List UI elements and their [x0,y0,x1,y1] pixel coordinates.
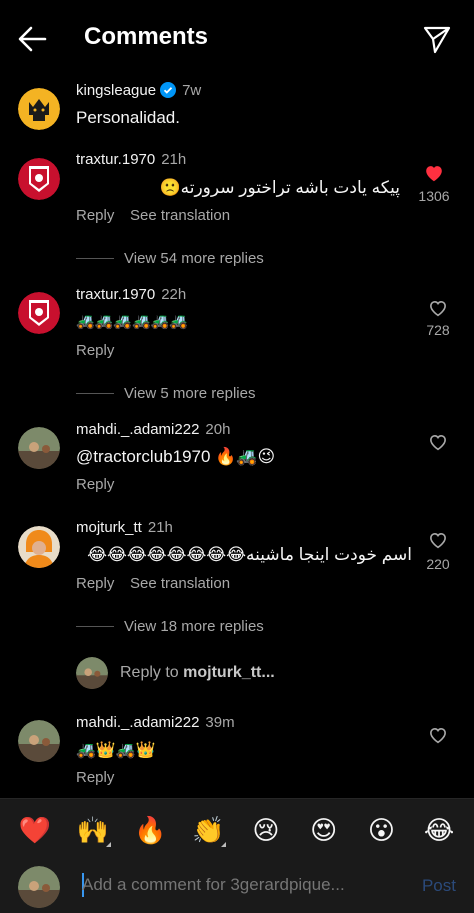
avatar-mojturk[interactable] [18,526,60,568]
emoji-heart-button[interactable]: ❤️ [15,817,55,843]
comment-header: mojturk_tt 21h [76,519,173,536]
paper-plane-icon[interactable] [422,24,452,54]
heart-outline-icon[interactable] [427,724,449,746]
comment-username[interactable]: traxtur.1970 [76,151,155,168]
avatar-traxtur[interactable] [18,158,60,200]
reply-to-prefix: Reply to [120,664,184,681]
post-button[interactable]: Post [422,876,456,896]
comment-time: 20h [205,421,231,438]
comment-composer: Post [0,860,474,913]
avatar-traxtur[interactable] [18,292,60,334]
emoji-raised-hands-button[interactable]: 🙌 [73,814,113,847]
comment-username[interactable]: mojturk_tt [76,519,142,536]
view-replies-label: View 54 more replies [124,249,264,267]
comment-text: پیکه یادت باشه تراختور سرورته🙁 [159,178,400,197]
reply-button[interactable]: Reply [76,342,114,359]
heart-filled-icon[interactable] [423,162,445,184]
verified-badge-icon [160,82,177,98]
reply-button[interactable]: Reply [76,575,114,592]
caption-header: kingsleague 7w [76,82,201,99]
comment-time: 21h [147,519,173,536]
comment-username[interactable]: mahdi._.adami222 [76,714,199,731]
emoji-clap-button[interactable]: 👏 [188,814,228,847]
emoji-fire-button[interactable]: 🔥 [130,817,170,843]
reply-to-label: Reply to mojturk_tt... [120,664,275,682]
comment-header: mahdi._.adami222 20h [76,421,230,438]
comment-text: @tractorclub1970 🔥🚜😉 [76,447,276,466]
comment-time: 39m [205,714,235,731]
comment-time: 22h [161,286,187,303]
like-count: 220 [426,556,450,572]
user-avatar [18,866,60,908]
reply-button[interactable]: Reply [76,769,114,786]
divider-line [76,257,114,259]
see-translation-button[interactable]: See translation [130,575,230,592]
arrow-left-icon[interactable] [16,24,48,54]
avatar-mahdi[interactable] [18,427,60,469]
heart-outline-icon[interactable] [427,297,449,319]
comment-header: traxtur.1970 21h [76,151,186,168]
comment-text: 🚜🚜🚜🚜🚜🚜 [76,313,189,330]
reply-to-composer[interactable]: Reply to mojturk_tt... [76,656,275,690]
header-bar: Comments [0,0,474,78]
view-replies-button[interactable]: View 18 more replies [76,616,264,636]
comment-header: traxtur.1970 22h [76,286,186,303]
like-count: 728 [426,322,450,338]
comment-header: mahdi._.adami222 39m [76,714,235,731]
emoji-quick-bar: ❤️ 🙌 🔥 👏 😢 😍 😮 😂 [0,798,474,860]
view-replies-button[interactable]: View 54 more replies [76,248,264,268]
emoji-glyph: 🙌 [76,814,109,845]
like-count: 1306 [418,188,450,204]
page-title: Comments [84,23,209,50]
emoji-glyph: 👏 [191,814,225,845]
comment-username[interactable]: traxtur.1970 [76,286,155,303]
emoji-laughing-button[interactable]: 😂 [419,817,459,843]
caption-text: Personalidad. [76,108,180,127]
view-replies-label: View 5 more replies [124,384,256,402]
reply-avatar [76,657,108,689]
divider-line [76,625,114,627]
comment-time: 21h [161,151,187,168]
caption-time: 7w [182,82,202,99]
emoji-surprised-button[interactable]: 😮 [361,817,401,843]
comment-input[interactable] [82,875,382,895]
caption-username[interactable]: kingsleague [76,82,156,99]
heart-outline-icon[interactable] [427,431,449,453]
avatar-kingsleague[interactable] [18,88,60,130]
divider-line [76,392,114,394]
reply-button[interactable]: Reply [76,476,114,493]
view-replies-button[interactable]: View 5 more replies [76,383,255,403]
comment-username[interactable]: mahdi._.adami222 [76,421,199,438]
view-replies-label: View 18 more replies [124,617,264,635]
emoji-heart-eyes-button[interactable]: 😍 [304,817,344,843]
skin-tone-indicator-icon [221,841,227,847]
emoji-crying-button[interactable]: 😢 [246,817,286,843]
comment-text: 🚜👑🚜👑 [76,742,156,759]
comment-text: اسم خودت اینجا ماشینه😂😂😂😂😂😂😂😂 [87,545,412,564]
reply-to-user: mojturk_tt... [183,664,275,681]
skin-tone-indicator-icon [105,841,111,847]
reply-button[interactable]: Reply [76,207,114,224]
see-translation-button[interactable]: See translation [130,207,230,224]
avatar-mahdi[interactable] [18,720,60,762]
heart-outline-icon[interactable] [427,529,449,551]
